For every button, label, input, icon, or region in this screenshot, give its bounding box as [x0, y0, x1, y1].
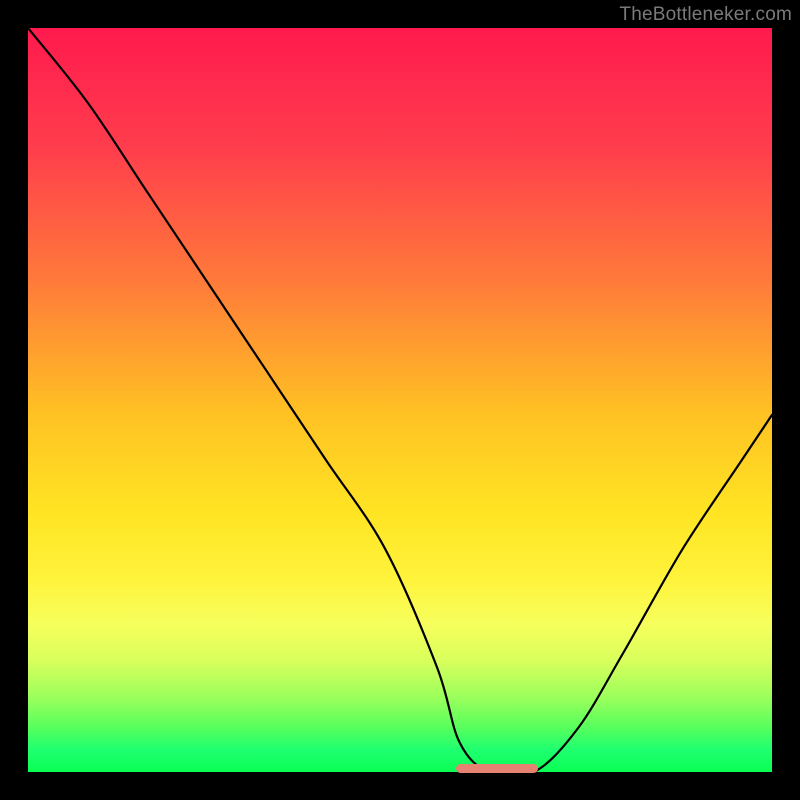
bottleneck-curve — [28, 28, 772, 772]
plot-area — [28, 28, 772, 772]
chart-frame: TheBottleneker.com — [0, 0, 800, 800]
optimal-range-marker — [456, 764, 538, 773]
watermark-text: TheBottleneker.com — [619, 4, 792, 26]
